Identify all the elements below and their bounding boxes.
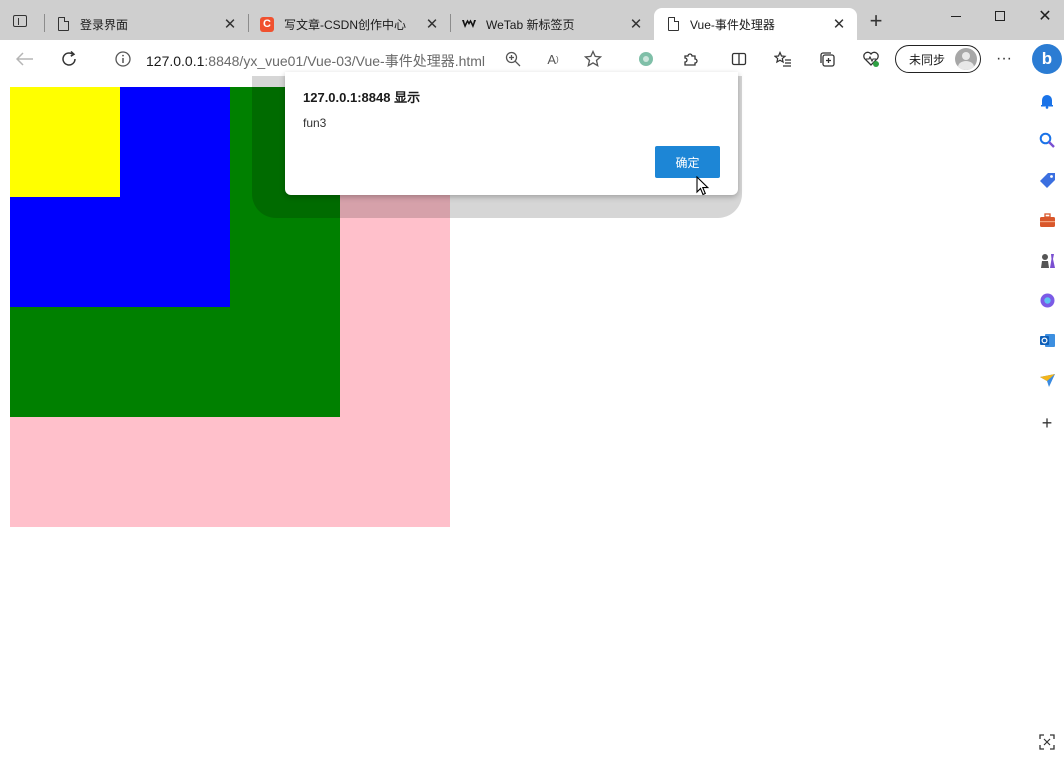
outlook-icon[interactable] bbox=[1037, 330, 1057, 350]
profile-sync-button[interactable]: 未同步 bbox=[895, 45, 981, 73]
alert-message: fun3 bbox=[303, 116, 327, 130]
url-host: 127.0.0.1 bbox=[146, 53, 205, 69]
more-menu-icon[interactable]: ··· bbox=[994, 49, 1014, 69]
new-tab-button[interactable]: + bbox=[866, 10, 886, 32]
avatar bbox=[955, 48, 977, 70]
page-icon bbox=[56, 17, 70, 31]
back-button[interactable] bbox=[15, 49, 35, 69]
tools-briefcase-icon[interactable] bbox=[1037, 210, 1057, 230]
wetab-icon bbox=[462, 17, 476, 31]
extension-chatgpt-icon[interactable] bbox=[636, 49, 656, 69]
send-drop-icon[interactable] bbox=[1037, 370, 1057, 390]
site-info-icon[interactable] bbox=[113, 49, 133, 69]
alert-dialog: 127.0.0.1:8848 显示 fun3 确定 bbox=[285, 72, 738, 195]
close-icon[interactable]: ✕ bbox=[222, 16, 238, 33]
zoom-icon[interactable] bbox=[503, 49, 523, 69]
close-icon[interactable]: ✕ bbox=[831, 16, 847, 33]
add-sidebar-app-icon[interactable]: + bbox=[1037, 413, 1057, 433]
tab-strip: 登录界面 ✕ C 写文章-CSDN创作中心 ✕ WeTab 新标签页 ✕ Vue… bbox=[0, 0, 1064, 40]
refresh-button[interactable] bbox=[59, 49, 79, 69]
microsoft-365-icon[interactable] bbox=[1037, 290, 1057, 310]
tab-title: 登录界面 bbox=[80, 17, 129, 32]
minimize-button[interactable] bbox=[946, 6, 966, 26]
mouse-cursor-icon bbox=[696, 175, 710, 201]
url-path: :8848/yx_vue01/Vue-03/Vue-事件处理器.html bbox=[204, 53, 486, 69]
tab-login[interactable]: 登录界面 ✕ bbox=[44, 8, 248, 40]
close-icon[interactable]: ✕ bbox=[628, 16, 644, 33]
screenshot-capture-icon[interactable] bbox=[1037, 732, 1057, 752]
tab-csdn[interactable]: C 写文章-CSDN创作中心 ✕ bbox=[248, 8, 450, 40]
maximize-button[interactable] bbox=[990, 6, 1010, 26]
favorite-star-icon[interactable] bbox=[583, 49, 603, 69]
page-icon bbox=[666, 17, 680, 31]
alert-title: 127.0.0.1:8848 显示 bbox=[303, 90, 421, 105]
edge-sidebar: b + bbox=[1030, 40, 1064, 776]
games-chess-icon[interactable] bbox=[1037, 250, 1057, 270]
tab-wetab[interactable]: WeTab 新标签页 ✕ bbox=[450, 8, 654, 40]
favorites-list-icon[interactable] bbox=[773, 49, 793, 69]
tab-title: Vue-事件处理器 bbox=[690, 17, 775, 32]
bing-copilot-icon[interactable]: b bbox=[1032, 44, 1062, 74]
window-close-button[interactable]: ✕ bbox=[1035, 6, 1055, 26]
read-aloud-icon[interactable]: A) bbox=[543, 49, 563, 69]
inner-yellow-box[interactable] bbox=[10, 87, 120, 197]
tab-title: WeTab 新标签页 bbox=[486, 17, 575, 32]
sync-status-label: 未同步 bbox=[909, 52, 946, 67]
extensions-puzzle-icon[interactable] bbox=[680, 49, 700, 69]
blue-box[interactable] bbox=[10, 87, 230, 307]
split-screen-icon[interactable] bbox=[729, 49, 749, 69]
close-icon[interactable]: ✕ bbox=[424, 16, 440, 33]
tab-actions-icon[interactable] bbox=[10, 12, 30, 30]
shopping-tag-icon[interactable] bbox=[1037, 170, 1057, 190]
browser-essentials-icon[interactable] bbox=[861, 49, 881, 69]
tab-vue-event-handler[interactable]: Vue-事件处理器 ✕ bbox=[654, 8, 857, 40]
tab-title: 写文章-CSDN创作中心 bbox=[284, 17, 406, 32]
address-bar[interactable]: 127.0.0.1:8848/yx_vue01/Vue-03/Vue-事件处理器… bbox=[146, 51, 485, 71]
alert-ok-button[interactable]: 确定 bbox=[655, 146, 720, 178]
collections-icon[interactable] bbox=[817, 49, 837, 69]
csdn-icon: C bbox=[260, 16, 274, 32]
search-icon[interactable] bbox=[1037, 130, 1057, 150]
notification-bell-icon[interactable] bbox=[1037, 91, 1057, 111]
